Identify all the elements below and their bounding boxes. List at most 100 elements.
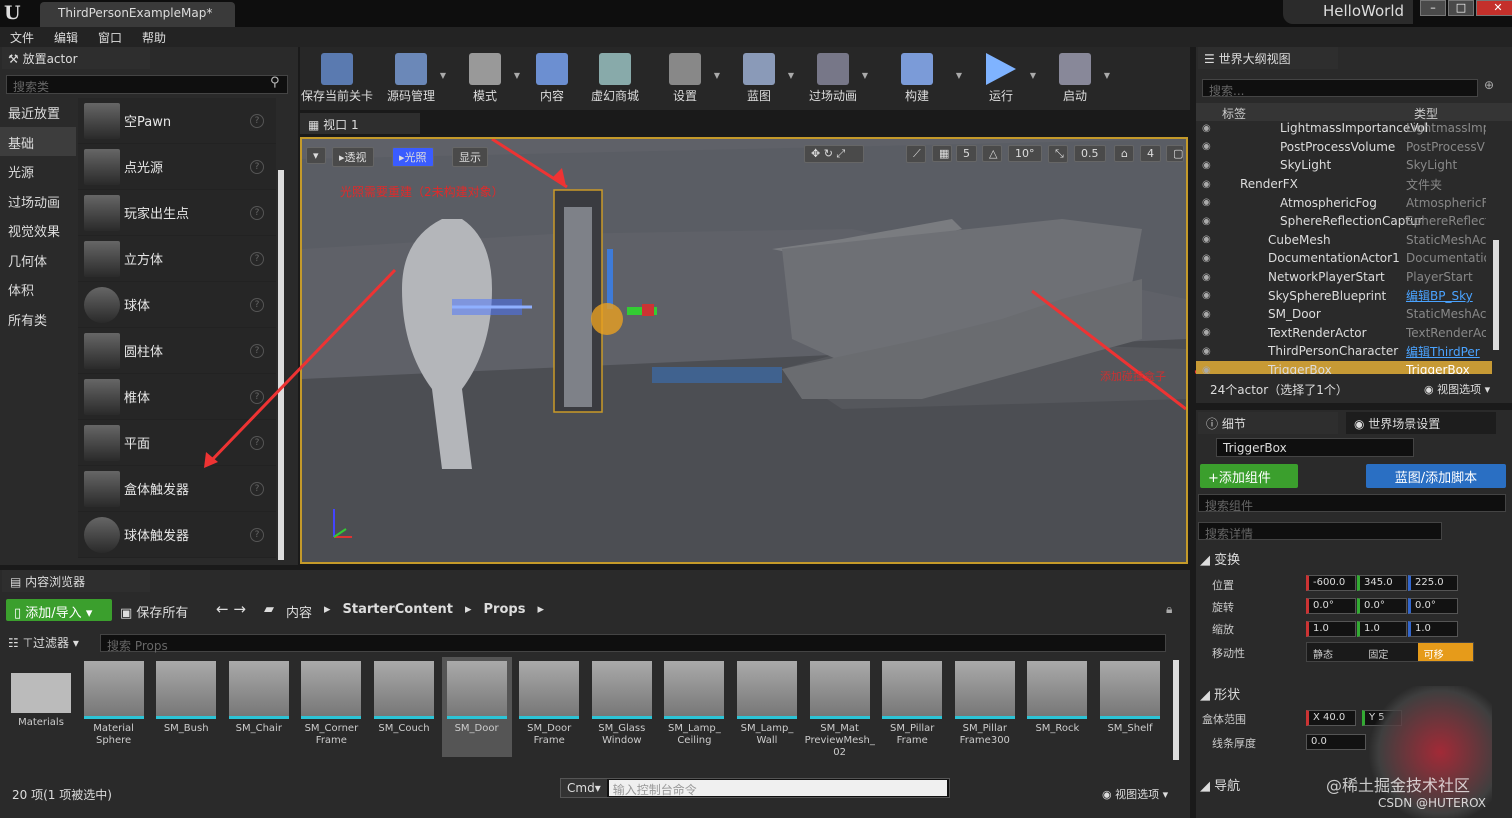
asset-scrollbar[interactable] (1173, 660, 1179, 760)
asset-tile[interactable]: SM_Rock (1022, 657, 1092, 735)
location-y-field[interactable]: 345.0 (1357, 575, 1407, 591)
navigation-section[interactable]: ◢ 导航 (1200, 775, 1240, 794)
asset-tile[interactable]: SM_Chair (224, 657, 294, 735)
mobility-stationary[interactable]: 固定 (1362, 643, 1417, 661)
asset-tile[interactable]: SM_Couch (369, 657, 439, 735)
console-input[interactable]: 输入控制台命令 (608, 780, 947, 797)
asset-tile[interactable]: SM_Corner Frame (296, 657, 366, 747)
breadcrumb-starter[interactable]: StarterContent (343, 602, 453, 621)
asset-tile[interactable]: SM_Door Frame (514, 657, 584, 747)
asset-tile[interactable]: SM_Bush (151, 657, 221, 735)
outliner-row[interactable]: ◉ ThirdPersonCharacter 编辑ThirdPer (1196, 342, 1492, 361)
add-filter-icon[interactable]: ⊕ (1484, 78, 1494, 92)
asset-tile[interactable]: Material Sphere (79, 657, 149, 747)
scale-z-field[interactable]: 1.0 (1408, 621, 1458, 637)
asset-thumbnail (301, 661, 362, 719)
visibility-eye-icon[interactable]: ◉ (1202, 309, 1216, 320)
rotation-y-field[interactable]: 0.0° (1357, 598, 1407, 614)
visibility-eye-icon[interactable]: ◉ (1202, 160, 1216, 171)
visibility-eye-icon[interactable]: ◉ (1202, 365, 1216, 374)
visibility-eye-icon[interactable]: ◉ (1202, 234, 1216, 245)
search-details-input[interactable]: 搜索详情 (1198, 522, 1442, 541)
asset-tile[interactable]: SM_Pillar Frame300 (950, 657, 1020, 747)
visibility-eye-icon[interactable]: ◉ (1202, 290, 1216, 301)
scale-x-field[interactable]: 1.0 (1306, 621, 1356, 637)
outliner-row[interactable]: ◉ TriggerBox TriggerBox (1196, 360, 1492, 374)
outliner-scrollbar[interactable] (1493, 240, 1499, 350)
extent-x-field[interactable]: X 40.0 (1306, 710, 1356, 726)
asset-tile[interactable]: Materials (6, 657, 76, 729)
history-nav[interactable]: ← → (216, 600, 246, 618)
visibility-eye-icon[interactable]: ◉ (1202, 327, 1216, 338)
search-components-input[interactable]: 搜索组件 (1198, 494, 1506, 513)
breadcrumb-content[interactable]: 内容 (286, 602, 312, 621)
location-z-field[interactable]: 225.0 (1408, 575, 1458, 591)
asset-tile[interactable]: SM_Lamp_ Wall (732, 657, 802, 747)
outliner-row[interactable]: ◉ PostProcessVolume PostProcessV (1196, 138, 1492, 157)
outliner-row[interactable]: ◉ SM_Door StaticMeshAct (1196, 305, 1492, 324)
outliner-row[interactable]: ◉ TextRenderActor TextRenderAct (1196, 324, 1492, 343)
outliner-tab[interactable]: ☰ 世界大纲视图 (1198, 47, 1338, 69)
location-label[interactable]: 位置 (1212, 577, 1234, 593)
asset-thumbnail (591, 661, 652, 719)
rotation-label[interactable]: 旋转 (1212, 599, 1234, 615)
visibility-eye-icon[interactable]: ◉ (1202, 141, 1216, 152)
scale-label[interactable]: 缩放 (1212, 621, 1234, 637)
visibility-eye-icon[interactable]: ◉ (1202, 197, 1216, 208)
rotation-z-field[interactable]: 0.0° (1408, 598, 1458, 614)
asset-name: Materials (18, 717, 64, 728)
outliner-search-input[interactable]: 搜索... (1202, 79, 1478, 98)
location-x-field[interactable]: -600.0 (1306, 575, 1356, 591)
visibility-eye-icon[interactable]: ◉ (1202, 216, 1216, 227)
outliner-row[interactable]: ◉ DocumentationActor1 Documentatio (1196, 249, 1492, 268)
content-browser-tab[interactable]: ▤ 内容浏览器 (2, 570, 150, 592)
asset-search-input[interactable]: 搜索 Props (100, 634, 1166, 653)
asset-thumbnail (156, 661, 217, 719)
blueprint-add-script-button[interactable]: 蓝图/添加脚本 (1366, 464, 1506, 488)
lock-icon[interactable]: 🔒︎ (1166, 602, 1172, 617)
content-view-options[interactable]: ◉ 视图选项 ▾ (1102, 786, 1168, 802)
world-settings-tab[interactable]: ◉ 世界场景设置 (1346, 412, 1496, 434)
outliner-row-type[interactable]: 编辑ThirdPer (1406, 343, 1486, 360)
outliner-row[interactable]: ◉ SkySphereBlueprint 编辑BP_Sky (1196, 286, 1492, 305)
outliner-row[interactable]: ◉ NetworkPlayerStart PlayerStart (1196, 268, 1492, 287)
visibility-eye-icon[interactable]: ◉ (1202, 253, 1216, 264)
asset-tile[interactable]: SM_Shelf (1095, 657, 1165, 735)
outliner-view-options[interactable]: ◉ 视图选项 ▾ (1424, 381, 1490, 397)
details-tab[interactable]: ⓘ 细节 (1198, 412, 1338, 434)
shape-section[interactable]: ◢ 形状 (1200, 684, 1240, 703)
visibility-eye-icon[interactable]: ◉ (1202, 123, 1216, 134)
scale-y-field[interactable]: 1.0 (1357, 621, 1407, 637)
actor-name-field[interactable]: TriggerBox (1216, 438, 1414, 457)
asset-tile[interactable]: SM_Glass Window (587, 657, 657, 747)
outliner-row[interactable]: ◉ CubeMesh StaticMeshAct (1196, 231, 1492, 250)
rotation-x-field[interactable]: 0.0° (1306, 598, 1356, 614)
filters-button[interactable]: ☷ ⊤过滤器 ▾ (8, 634, 79, 651)
info-icon: ⓘ (1206, 417, 1222, 431)
outliner-row-type: TextRenderAct (1406, 325, 1486, 340)
outliner-row[interactable]: ◉ SkyLight SkyLight (1196, 156, 1492, 175)
box-extent-label[interactable]: 盒体范围 (1202, 711, 1246, 727)
transform-section[interactable]: ◢ 变换 (1200, 549, 1240, 568)
save-all-button[interactable]: ▣ 保存所有 (120, 602, 188, 621)
line-thickness-field[interactable]: 0.0 (1306, 734, 1366, 750)
visibility-eye-icon[interactable]: ◉ (1202, 272, 1216, 283)
add-component-button[interactable]: +添加组件 (1200, 464, 1298, 488)
outliner-row[interactable]: ◉ AtmosphericFog AtmosphericF (1196, 193, 1492, 212)
asset-name: SM_Chair (235, 723, 282, 734)
asset-tile[interactable]: SM_Pillar Frame (877, 657, 947, 747)
visibility-eye-icon[interactable]: ◉ (1202, 346, 1216, 357)
outliner-row[interactable]: ◉ LightmassImportanceVol LightmassImp (1196, 119, 1492, 138)
mobility-movable[interactable]: 可移 (1417, 643, 1473, 661)
cmd-dropdown[interactable]: Cmd▾ (561, 779, 607, 797)
visibility-eye-icon[interactable]: ◉ (1202, 179, 1216, 190)
outliner-row-type[interactable]: 编辑BP_Sky (1406, 287, 1486, 304)
asset-tile[interactable]: SM_Lamp_ Ceiling (659, 657, 729, 747)
outliner-row[interactable]: ◉ SphereReflectionCaptur SphereReflecti (1196, 212, 1492, 231)
breadcrumb-props[interactable]: Props (484, 602, 526, 621)
asset-tile[interactable]: SM_Mat PreviewMesh_ 02 (805, 657, 875, 759)
mobility-static[interactable]: 静态 (1307, 643, 1362, 661)
add-import-button[interactable]: ▯ 添加/导入 ▾ (6, 599, 112, 621)
asset-tile[interactable]: SM_Door (441, 657, 512, 757)
outliner-row[interactable]: ◉ RenderFX 文件夹 (1196, 175, 1492, 194)
